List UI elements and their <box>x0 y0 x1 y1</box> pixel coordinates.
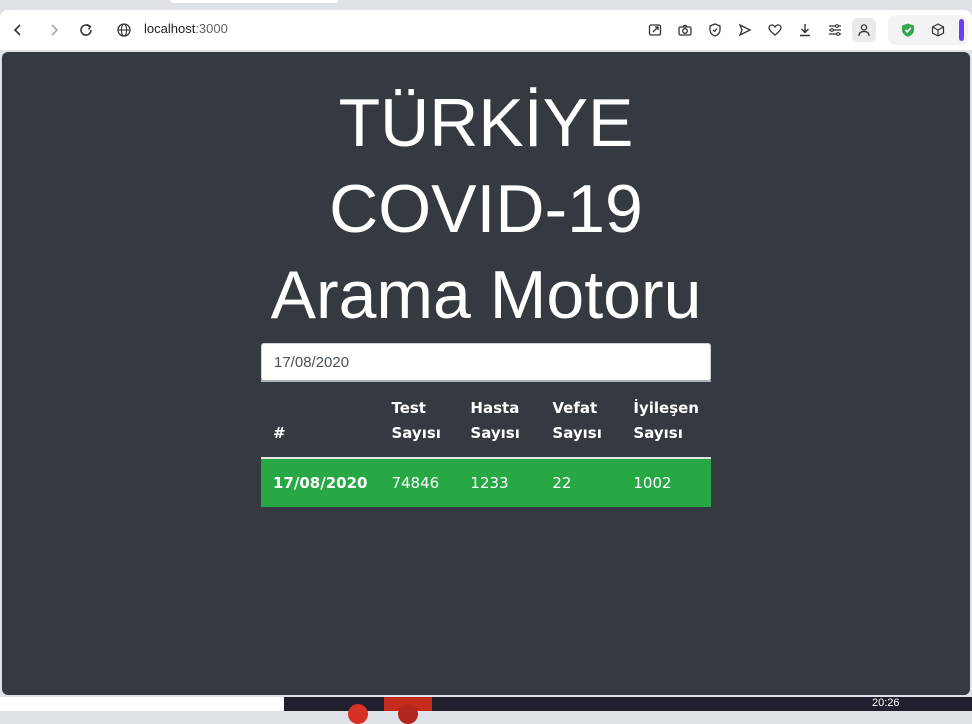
profile-icon[interactable] <box>852 18 876 42</box>
os-taskbar: 20:26 <box>0 697 972 724</box>
shield-icon[interactable] <box>703 18 727 42</box>
extensions-group <box>888 15 968 45</box>
row-death-cell: 22 <box>540 458 622 507</box>
reload-icon[interactable] <box>74 18 98 42</box>
table-header-row: # Test Sayısı Hasta Sayısı Vefat Sayısı … <box>261 390 711 459</box>
settings-sliders-icon[interactable] <box>823 18 847 42</box>
column-header-test-count: Test Sayısı <box>379 390 459 459</box>
title-line-1: TÜRKİYE <box>338 85 634 161</box>
sidebar-toggle-icon[interactable] <box>959 19 964 41</box>
taskbar-app-icon[interactable] <box>348 704 368 724</box>
send-icon[interactable] <box>733 18 757 42</box>
column-header-recovered-count: İyileşen Sayısı <box>621 390 711 459</box>
heart-icon[interactable] <box>763 18 787 42</box>
title-line-2: COVID-19 <box>329 171 643 247</box>
date-search-input[interactable] <box>261 343 711 381</box>
row-test-cell: 74846 <box>379 458 459 507</box>
table-row: 17/08/2020 74846 1233 22 1002 <box>261 458 711 507</box>
globe-icon <box>112 18 136 42</box>
cube-icon[interactable] <box>926 18 950 42</box>
taskbar-clock: 20:26 <box>872 697 900 709</box>
taskbar-app-icon[interactable] <box>398 704 418 724</box>
page-viewport: TÜRKİYE COVID-19 Arama Motoru # Test Say… <box>2 52 970 695</box>
back-icon[interactable] <box>6 18 30 42</box>
results-table: # Test Sayısı Hasta Sayısı Vefat Sayısı … <box>261 390 711 507</box>
row-recovered-cell: 1002 <box>621 458 711 507</box>
page-title: TÜRKİYE COVID-19 Arama Motoru <box>2 80 970 338</box>
camera-icon[interactable] <box>673 18 697 42</box>
adblock-shield-icon[interactable] <box>896 18 920 42</box>
browser-toolbar: localhost:3000 <box>0 10 972 50</box>
active-tab[interactable] <box>170 0 338 3</box>
column-header-death-count: Vefat Sayısı <box>540 390 622 459</box>
column-header-case-count: Hasta Sayısı <box>458 390 541 459</box>
input-underline <box>261 380 711 382</box>
row-date-cell: 17/08/2020 <box>261 458 380 507</box>
url-text[interactable]: localhost:3000 <box>144 21 228 36</box>
share-icon[interactable] <box>643 18 667 42</box>
url-host: localhost <box>144 21 196 36</box>
url-port: :3000 <box>195 21 228 36</box>
row-case-cell: 1233 <box>458 458 541 507</box>
tab-strip <box>0 0 972 10</box>
download-icon[interactable] <box>793 18 817 42</box>
forward-icon[interactable] <box>42 18 66 42</box>
title-line-3: Arama Motoru <box>270 257 702 333</box>
column-header-index: # <box>261 390 380 459</box>
